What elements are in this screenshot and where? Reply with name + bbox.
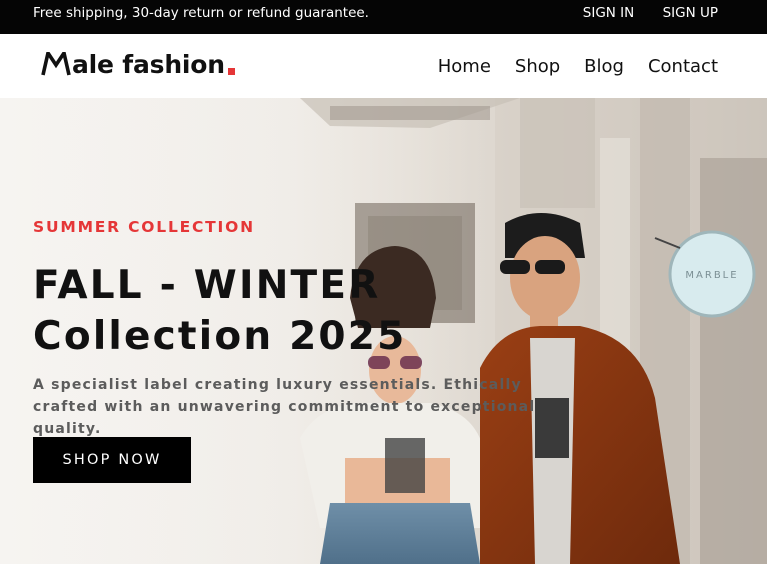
sign-up-link[interactable]: SIGN UP: [663, 5, 718, 21]
logo-text: ale fashion: [72, 50, 225, 79]
sign-in-link[interactable]: SIGN IN: [583, 5, 634, 21]
hero-description: A specialist label creating luxury essen…: [33, 377, 536, 437]
logo-accent-dot: [227, 68, 235, 75]
nav-blog[interactable]: Blog: [584, 56, 624, 77]
nav-contact[interactable]: Contact: [648, 56, 718, 77]
announcement-bar: Free shipping, 30-day return or refund g…: [0, 0, 767, 34]
auth-links: SIGN IN SIGN UP: [559, 0, 718, 27]
nav-home[interactable]: Home: [438, 56, 491, 77]
nav-shop[interactable]: Shop: [515, 56, 560, 77]
shop-now-button[interactable]: SHOP NOW: [33, 437, 191, 483]
hero-eyebrow: SUMMER COLLECTION: [33, 218, 255, 236]
shop-sign-text: MARBLE: [685, 270, 738, 281]
site-header: ale fashion Home Shop Blog Contact: [0, 34, 767, 98]
hero-title: FALL - WINTER Collection 2025: [33, 260, 493, 362]
shipping-notice: Free shipping, 30-day return or refund g…: [33, 5, 369, 21]
hero-title-line-1: FALL - WINTER: [33, 263, 381, 308]
site-logo[interactable]: ale fashion: [41, 49, 235, 81]
main-nav: Home Shop Blog Contact: [414, 34, 718, 98]
logo-m-icon: [41, 52, 71, 76]
hero-title-line-2: Collection 2025: [33, 314, 407, 359]
hero-banner: MARBLE SUMMER COLLECTION FALL - WINTER C…: [0, 98, 767, 564]
